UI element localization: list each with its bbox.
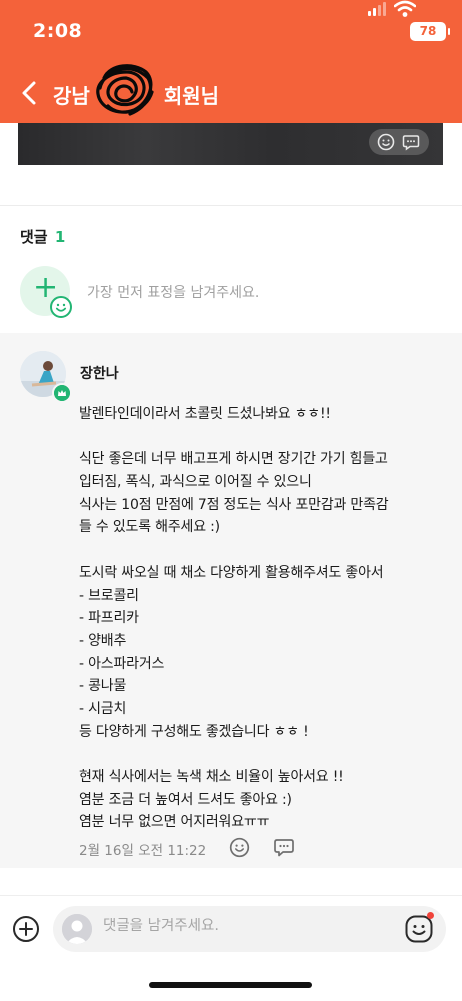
comment-line: 식단 좋은데 너무 배고프게 하시면 장기간 가기 힘들고 bbox=[79, 451, 388, 468]
comment-line: - 콩나물 bbox=[79, 678, 127, 695]
comments-label: 댓글 bbox=[20, 228, 48, 246]
comments-count: 1 bbox=[54, 228, 66, 246]
post-media[interactable] bbox=[18, 123, 443, 165]
comment-line: - 아스파라거스 bbox=[79, 655, 165, 672]
comment-timestamp: 2월 16일 오전 11:22 bbox=[79, 843, 207, 859]
app-header: 2:08 78 강남 회원님 bbox=[0, 0, 462, 123]
reaction-placeholder: 가장 먼저 표정을 남겨주세요. bbox=[87, 285, 260, 301]
media-action-group bbox=[369, 129, 429, 155]
comment-line: 도시락 싸오실 때 채소 다양하게 활용해주셔도 좋아서 bbox=[79, 564, 384, 581]
comment-line: 들 수 있도록 해주세요 :) bbox=[79, 519, 220, 536]
comment-line bbox=[79, 539, 449, 562]
comment-line: - 양배추 bbox=[79, 632, 127, 649]
status-time: 2:08 bbox=[33, 20, 83, 42]
chat-bubble-icon[interactable] bbox=[273, 837, 295, 858]
comment-line: - 파프리카 bbox=[79, 610, 139, 627]
smile-icon[interactable] bbox=[377, 133, 395, 151]
redaction-scribble bbox=[96, 64, 154, 116]
comment-line: 염분 조금 더 높여서 드셔도 좋아요 :) bbox=[79, 791, 292, 808]
nav-bar: 강남 회원님 bbox=[0, 62, 462, 123]
comment-line: - 시금치 bbox=[79, 700, 127, 717]
add-reaction-button[interactable]: + bbox=[20, 266, 72, 318]
comment-line: 현재 식사에서는 녹색 채소 비율이 높아서요 !! bbox=[79, 769, 344, 785]
default-avatar-icon bbox=[62, 914, 92, 944]
avatar bbox=[62, 914, 92, 944]
comment-input-container[interactable] bbox=[53, 906, 446, 952]
comment-input[interactable] bbox=[103, 918, 383, 934]
chat-bubble-icon[interactable] bbox=[402, 133, 420, 151]
battery-icon: 78 bbox=[410, 22, 450, 41]
title-suffix: 회원님 bbox=[163, 84, 220, 108]
title-prefix: 강남 bbox=[53, 84, 90, 108]
comment-line: - 브로콜리 bbox=[79, 587, 139, 604]
divider bbox=[0, 205, 462, 206]
comment-line: 식사는 10점 만점에 7점 정도는 식사 포만감과 만족감 bbox=[79, 496, 389, 513]
comment-line bbox=[79, 426, 449, 449]
comment-line: 발렌타인데이라서 초콜릿 드셨나봐요 ㅎㅎ!! bbox=[79, 406, 331, 422]
crown-icon bbox=[52, 383, 72, 403]
smile-icon[interactable] bbox=[229, 837, 250, 858]
comment-line: 염분 너무 없으면 어지러워요ㅠㅠ bbox=[79, 814, 270, 831]
plus-icon[interactable] bbox=[12, 915, 40, 943]
home-indicator bbox=[149, 982, 312, 988]
wifi-icon bbox=[394, 0, 416, 17]
comment-line: 등 다양하게 구성해도 좋겠습니다 ㅎㅎ ! bbox=[79, 723, 309, 740]
comment-line bbox=[79, 743, 449, 766]
comment-author[interactable]: 장한나 bbox=[80, 363, 119, 383]
reaction-prompt[interactable]: + 가장 먼저 표정을 남겨주세요. bbox=[20, 266, 450, 318]
comment-text: 발렌타인데이라서 초콜릿 드셨나봐요 ㅎㅎ!! 식단 좋은데 너무 배고프게 하… bbox=[79, 403, 449, 834]
status-bar: 2:08 78 bbox=[0, 0, 462, 62]
comment-item: 장한나 발렌타인데이라서 초콜릿 드셨나봐요 ㅎㅎ!! 식단 좋은데 너무 배고… bbox=[0, 333, 462, 868]
smile-icon bbox=[50, 296, 72, 318]
notification-dot bbox=[427, 912, 434, 919]
signal-icon bbox=[368, 2, 388, 16]
comments-header: 댓글 1 bbox=[20, 226, 65, 247]
back-arrow-icon[interactable] bbox=[18, 80, 42, 106]
comment-line: 입터짐, 폭식, 과식으로 이어질 수 있으니 bbox=[79, 474, 312, 491]
